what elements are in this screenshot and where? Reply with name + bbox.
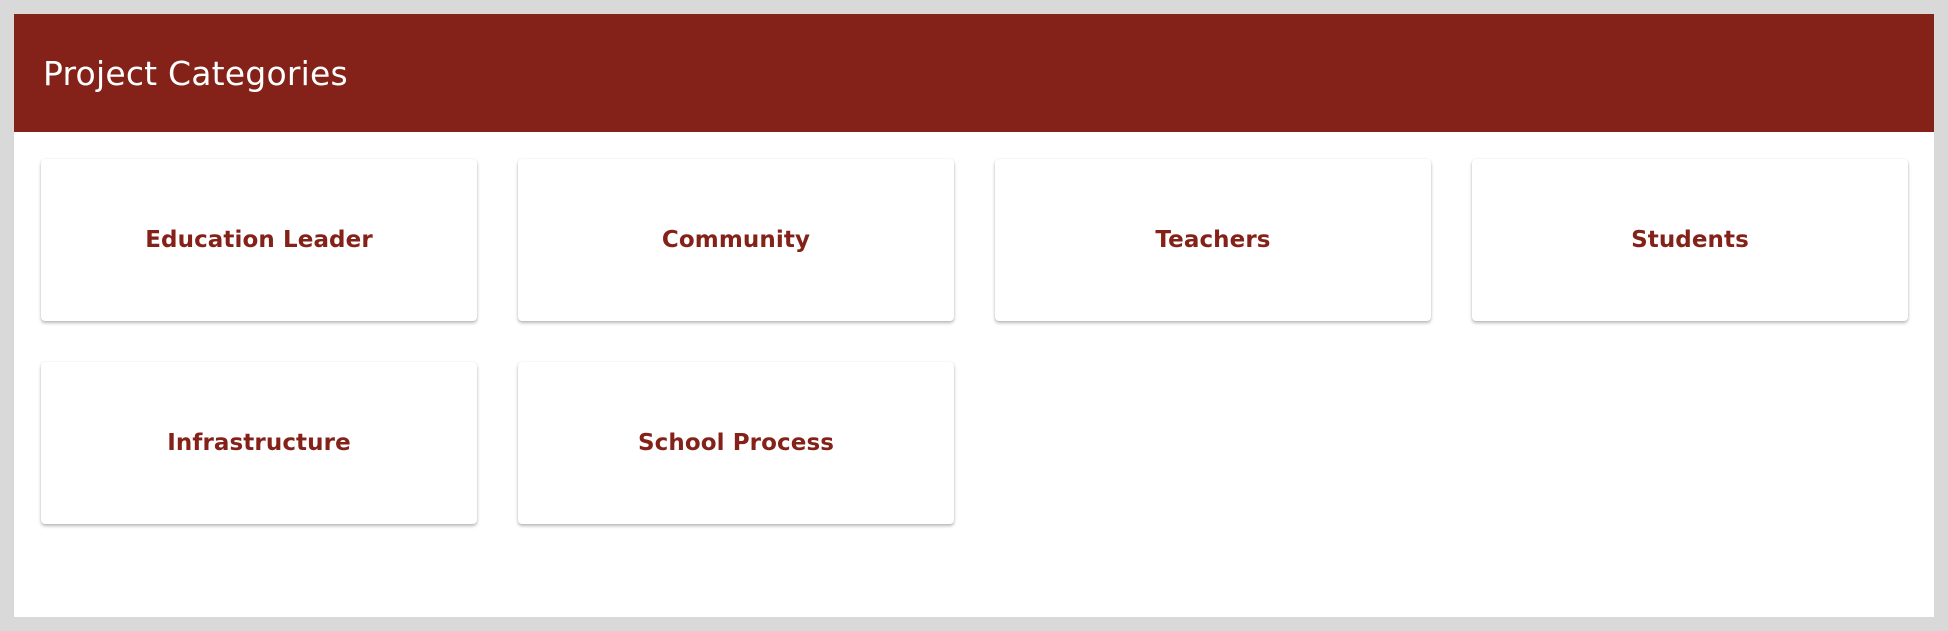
- category-card-education-leader[interactable]: Education Leader: [41, 159, 477, 321]
- category-card-students[interactable]: Students: [1472, 159, 1908, 321]
- category-label: Community: [661, 227, 811, 253]
- category-label: Teachers: [1155, 227, 1271, 253]
- panel-header: Project Categories: [14, 14, 1934, 132]
- category-card-school-process[interactable]: School Process: [518, 362, 954, 524]
- category-grid: Education Leader Community Teachers Stud…: [41, 159, 1921, 524]
- category-label: Education Leader: [145, 227, 373, 253]
- project-categories-panel: Project Categories Education Leader Comm…: [14, 14, 1934, 617]
- category-label: School Process: [637, 430, 835, 456]
- category-label: Infrastructure: [167, 430, 351, 456]
- category-card-community[interactable]: Community: [518, 159, 954, 321]
- category-label: Students: [1631, 227, 1749, 253]
- category-card-teachers[interactable]: Teachers: [995, 159, 1431, 321]
- category-card-infrastructure[interactable]: Infrastructure: [41, 362, 477, 524]
- page-title: Project Categories: [43, 53, 348, 93]
